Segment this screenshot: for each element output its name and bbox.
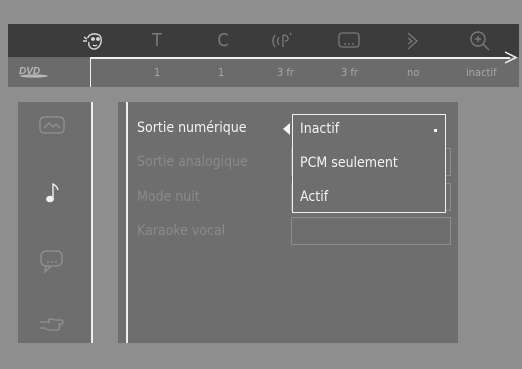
settings-profile-icon[interactable] <box>82 29 108 53</box>
focus-line-vertical <box>90 58 91 87</box>
music-note-icon[interactable] <box>37 180 67 206</box>
hand-pointer-icon[interactable] <box>37 312 67 338</box>
chapter-icon[interactable]: C <box>210 29 236 53</box>
chevron-down-icon <box>434 129 437 132</box>
sidebar-divider <box>91 102 93 343</box>
menu-item-night-mode[interactable]: Mode nuit <box>137 189 200 205</box>
menu-item-digital-output[interactable]: Sortie numérique <box>137 120 246 136</box>
audio-icon[interactable] <box>269 29 295 53</box>
status-audio-value: 3 fr <box>277 66 294 79</box>
digital-output-dropdown[interactable]: Inactif PCM seulement Actif <box>292 114 446 213</box>
panel-divider <box>126 102 128 343</box>
top-icons: T C <box>60 24 520 57</box>
sidebar <box>18 102 92 343</box>
selection-pointer-icon <box>283 123 290 135</box>
status-zoom-value: inactif <box>466 66 497 79</box>
zoom-icon[interactable] <box>467 29 493 53</box>
status-subtitle-value: 3 fr <box>341 66 358 79</box>
status-angle-value: no <box>407 66 420 79</box>
speech-bubble-icon[interactable] <box>37 248 67 274</box>
angle-icon[interactable] <box>399 29 425 53</box>
arrow-right-icon <box>504 51 518 64</box>
title-icon[interactable]: T <box>144 29 170 53</box>
dropdown-option-pcm-only[interactable]: PCM seulement <box>300 155 398 171</box>
status-bar <box>8 57 519 87</box>
menu-item-analog-output[interactable]: Sortie analogique <box>137 154 248 170</box>
menu-item-karaoke-vocal[interactable]: Karaoke vocal <box>137 223 225 239</box>
subtitle-icon[interactable] <box>336 29 362 53</box>
picture-icon[interactable] <box>37 112 67 138</box>
focus-line-horizontal <box>90 57 510 59</box>
status-chapter-value: 1 <box>218 66 225 79</box>
karaoke-vocal-value-box[interactable] <box>291 217 451 245</box>
dropdown-option-inactive[interactable]: Inactif <box>300 121 339 137</box>
dvd-logo: DVD <box>19 66 48 78</box>
status-title-value: 1 <box>154 66 161 79</box>
dropdown-option-active[interactable]: Actif <box>300 189 328 205</box>
